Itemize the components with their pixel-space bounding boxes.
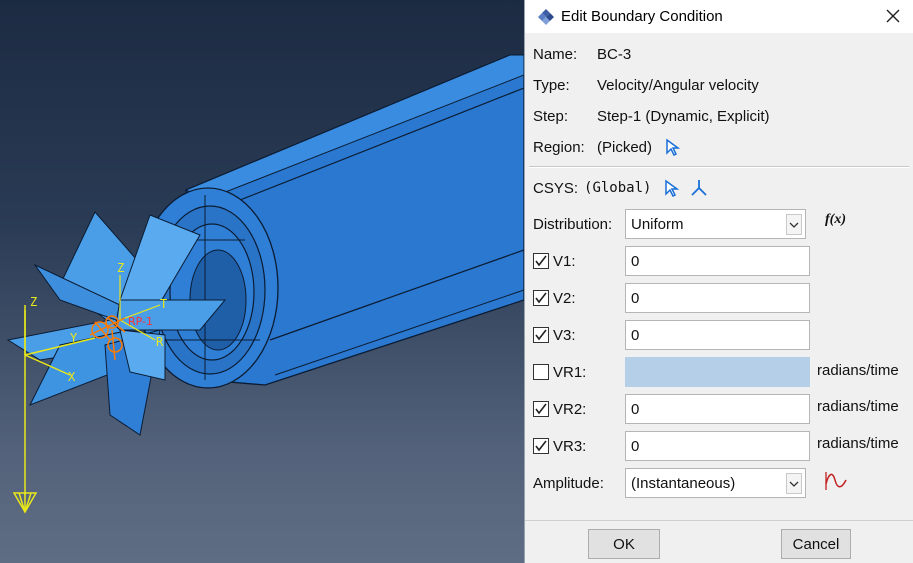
type-value: Velocity/Angular velocity [597, 76, 759, 94]
fx-button[interactable]: f(x) [825, 212, 846, 228]
amplitude-row: Amplitude: [533, 471, 604, 495]
amplitude-value: (Instantaneous) [631, 474, 736, 492]
footer-separator [525, 520, 913, 521]
abaqus-icon [538, 8, 554, 25]
name-value: BC-3 [597, 45, 632, 63]
v1-checkbox[interactable] [533, 253, 549, 269]
vr2-unit: radians/time [817, 398, 899, 415]
csys-row: CSYS: (Global) [533, 176, 709, 200]
vr1-unit: radians/time [817, 362, 899, 379]
region-row: Region: (Picked) [533, 135, 682, 159]
v2-checkbox[interactable] [533, 290, 549, 306]
distribution-value: Uniform [631, 215, 684, 233]
vr1-checkbox[interactable] [533, 364, 549, 380]
vr2-input[interactable]: 0 [625, 394, 810, 424]
csys-value: (Global) [584, 180, 652, 196]
title-bar[interactable]: Edit Boundary Condition [525, 0, 913, 33]
separator [529, 166, 909, 168]
type-row: Type: Velocity/Angular velocity [533, 73, 759, 97]
triad-r: R [156, 335, 164, 349]
vr3-input[interactable]: 0 [625, 431, 810, 461]
step-label: Step: [533, 107, 569, 125]
v2-label: V2: [553, 289, 576, 307]
v3-row: V3: [533, 323, 576, 347]
vr3-label: VR3: [553, 437, 587, 455]
csys-label: CSYS: [533, 179, 579, 197]
close-icon[interactable] [883, 6, 903, 26]
amplitude-label: Amplitude: [533, 474, 604, 492]
v3-checkbox[interactable] [533, 327, 549, 343]
triad-x: X [68, 370, 76, 384]
v2-input[interactable]: 0 [625, 283, 810, 313]
ok-button[interactable]: OK [588, 529, 660, 559]
triad-t: T [160, 297, 167, 311]
region-value: (Picked) [597, 138, 653, 156]
amplitude-create-icon[interactable] [823, 470, 849, 492]
csys-create-icon[interactable] [689, 178, 709, 198]
name-label: Name: [533, 45, 578, 63]
vr1-label: VR1: [553, 363, 587, 381]
dialog-title: Edit Boundary Condition [561, 8, 723, 25]
vr3-checkbox[interactable] [533, 438, 549, 454]
model-viewport[interactable]: Z Y X Z T R RP-1 [0, 0, 524, 563]
v1-input[interactable]: 0 [625, 246, 810, 276]
name-row: Name: BC-3 [533, 42, 631, 66]
type-label: Type: [533, 76, 570, 94]
distribution-label: Distribution: [533, 215, 613, 233]
chevron-down-icon[interactable] [786, 214, 802, 235]
vr1-input[interactable] [625, 357, 810, 387]
region-pick-icon[interactable] [664, 138, 682, 156]
vr2-label: VR2: [553, 400, 587, 418]
v3-label: V3: [553, 326, 576, 344]
triad-z1: Z [30, 295, 37, 309]
vr3-unit: radians/time [817, 435, 899, 452]
rp-label: RP-1 [128, 315, 153, 328]
cancel-button[interactable]: Cancel [781, 529, 851, 559]
triad-z2: Z [117, 261, 124, 275]
distribution-row: Distribution: [533, 212, 612, 236]
vr1-row: VR1: [533, 360, 586, 384]
v1-row: V1: [533, 249, 576, 273]
amplitude-select[interactable]: (Instantaneous) [625, 468, 806, 498]
vr3-row: VR3: [533, 434, 586, 458]
step-value: Step-1 (Dynamic, Explicit) [597, 107, 770, 125]
region-label: Region: [533, 138, 585, 156]
chevron-down-icon[interactable] [786, 473, 802, 494]
step-row: Step: Step-1 (Dynamic, Explicit) [533, 104, 770, 128]
v1-label: V1: [553, 252, 576, 270]
model-canvas: Z Y X Z T R RP-1 [6, 54, 524, 514]
csys-pick-icon[interactable] [663, 179, 681, 197]
v2-row: V2: [533, 286, 576, 310]
v3-input[interactable]: 0 [625, 320, 810, 350]
distribution-select[interactable]: Uniform [625, 209, 806, 239]
triad-y: Y [70, 331, 78, 345]
vr2-row: VR2: [533, 397, 586, 421]
vr2-checkbox[interactable] [533, 401, 549, 417]
edit-bc-dialog: Edit Boundary Condition Name: BC-3 Type:… [524, 0, 913, 563]
